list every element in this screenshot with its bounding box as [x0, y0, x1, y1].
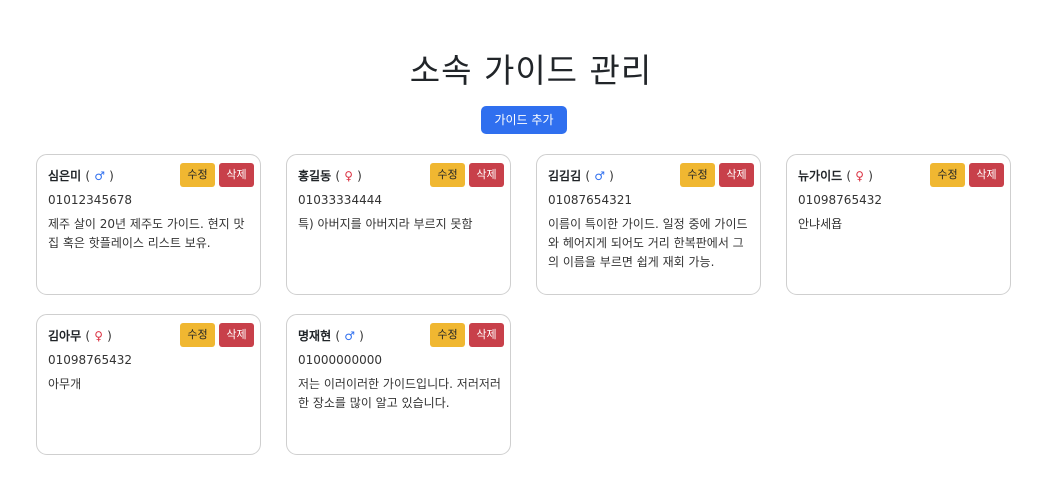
guide-phone: 01012345678	[48, 193, 132, 207]
guide-description: 특) 아버지를 아버지라 부르지 못함	[298, 217, 473, 231]
female-icon: ♀	[94, 329, 103, 343]
guide-card: 김아무 ( ♀ ) 수정 삭제 01098765432 아무개	[36, 314, 261, 455]
guide-phone: 01000000000	[298, 353, 382, 367]
guide-name: 김아무	[48, 329, 82, 343]
delete-button[interactable]: 삭제	[469, 163, 504, 187]
add-guide-button[interactable]: 가이드 추가	[481, 106, 567, 134]
page-title: 소속 가이드 관리	[409, 51, 653, 90]
guide-name: 뉴가이드	[798, 169, 843, 183]
edit-button[interactable]: 수정	[680, 163, 715, 187]
male-icon: ♂	[94, 169, 105, 183]
delete-button[interactable]: 삭제	[719, 163, 754, 187]
guide-phone: 01098765432	[798, 193, 882, 207]
female-icon: ♀	[344, 169, 353, 183]
guide-card: 김김김 ( ♂ ) 수정 삭제 01087654321 이름이 특이한 가이드.…	[536, 154, 761, 295]
edit-button[interactable]: 수정	[180, 163, 215, 187]
edit-button[interactable]: 수정	[430, 163, 465, 187]
delete-button[interactable]: 삭제	[219, 163, 254, 187]
male-icon: ♂	[594, 169, 605, 183]
male-icon: ♂	[344, 329, 355, 343]
edit-button[interactable]: 수정	[430, 323, 465, 347]
delete-button[interactable]: 삭제	[469, 323, 504, 347]
edit-button[interactable]: 수정	[930, 163, 965, 187]
guide-card: 홍길동 ( ♀ ) 수정 삭제 01033334444 특) 아버지를 아버지라…	[286, 154, 511, 295]
guide-name: 김김김	[548, 169, 582, 183]
guide-phone: 01033334444	[298, 193, 382, 207]
female-icon: ♀	[855, 169, 865, 183]
delete-button[interactable]: 삭제	[219, 323, 254, 347]
guide-description: 제주 살이 20년 제주도 가이드. 현지 맛집 혹은 핫플레이스 리스트 보유…	[48, 217, 245, 250]
guide-card: 심은미 ( ♂ ) 수정 삭제 01012345678 제주 살이 20년 제주…	[36, 154, 261, 295]
guide-name: 명재현	[298, 329, 332, 343]
edit-button[interactable]: 수정	[180, 323, 215, 347]
guide-card: 명재현 ( ♂ ) 수정 삭제 01000000000 저는 이러이러한 가이드…	[286, 314, 511, 455]
guide-description: 저는 이러이러한 가이드입니다. 저러저러한 장소를 많이 알고 있습니다.	[298, 377, 501, 410]
delete-button[interactable]: 삭제	[969, 163, 1004, 187]
guide-phone: 01087654321	[548, 193, 632, 207]
guide-card: 뉴가이드 ( ♀ ) 수정 삭제 01098765432 안냐세욥	[786, 154, 1011, 295]
guide-description: 이름이 특이한 가이드. 일정 중에 가이드와 헤어지게 되어도 거리 한복판에…	[548, 217, 748, 269]
guide-name: 홍길동	[298, 169, 332, 183]
guide-description: 아무개	[48, 377, 82, 391]
guide-phone: 01098765432	[48, 353, 132, 367]
guide-description: 안냐세욥	[798, 217, 843, 231]
guide-name: 심은미	[48, 169, 82, 183]
